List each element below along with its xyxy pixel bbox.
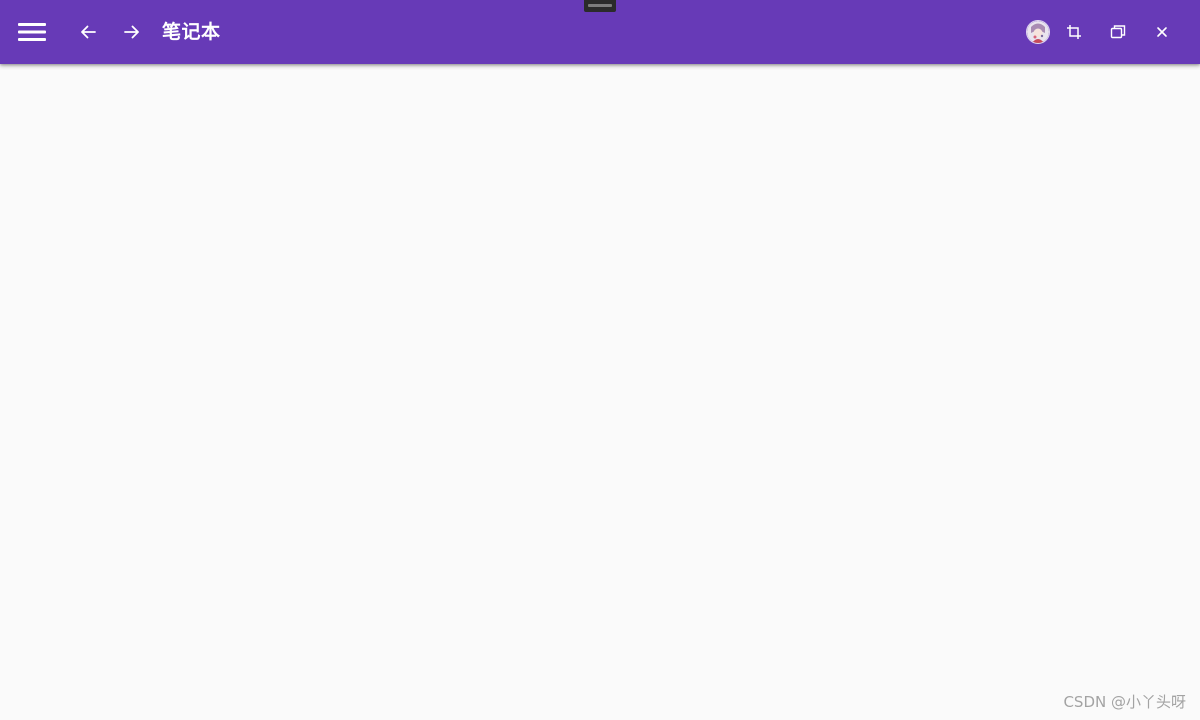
arrow-right-icon [124, 25, 139, 39]
avatar-image [1027, 21, 1049, 43]
restore-window-button[interactable] [1104, 18, 1132, 46]
crop-button[interactable] [1060, 18, 1088, 46]
forward-button[interactable] [116, 16, 148, 48]
arrow-left-icon [81, 25, 96, 39]
back-button[interactable] [72, 16, 104, 48]
crop-icon [1067, 25, 1081, 39]
app-window: 笔记本 CSDN @小丫头呀 [0, 0, 1200, 720]
app-bar: 笔记本 [0, 0, 1200, 64]
close-window-button[interactable] [1148, 18, 1176, 46]
watermark-text: CSDN @小丫头呀 [1063, 693, 1186, 711]
grip-icon [588, 4, 612, 7]
menu-button[interactable] [12, 16, 52, 48]
restore-window-icon [1110, 25, 1126, 39]
window-drag-handle[interactable] [584, 0, 616, 12]
hamburger-menu-icon [18, 23, 46, 41]
page-title: 笔记本 [162, 21, 221, 43]
close-icon [1157, 27, 1167, 37]
main-content-area [0, 64, 1200, 720]
user-avatar[interactable] [1026, 20, 1050, 44]
